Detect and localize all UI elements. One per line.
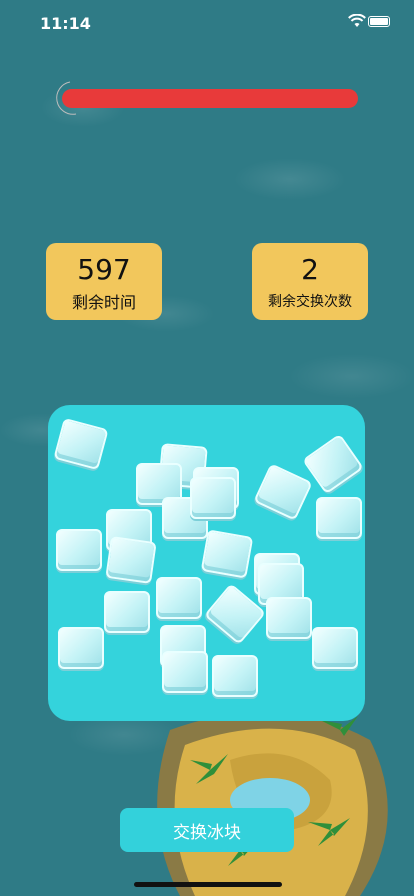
ice-block[interactable]	[253, 463, 313, 521]
swaps-left-value: 2	[301, 253, 319, 286]
time-left-card: 597 剩余时间	[46, 243, 162, 320]
ice-block[interactable]	[200, 529, 254, 579]
ice-block[interactable]	[58, 627, 104, 669]
swaps-left-label: 剩余交换次数	[268, 294, 352, 310]
ice-block[interactable]	[312, 627, 358, 669]
wifi-icon	[348, 14, 366, 27]
ice-block[interactable]	[53, 417, 109, 471]
ice-block[interactable]	[302, 433, 364, 495]
swaps-left-card: 2 剩余交换次数	[252, 243, 368, 320]
status-time: 11:14	[40, 14, 91, 33]
ice-board[interactable]	[48, 405, 365, 721]
island-decoration	[157, 712, 388, 896]
ice-block[interactable]	[212, 655, 258, 697]
time-left-value: 597	[77, 253, 131, 286]
ice-block[interactable]	[56, 529, 102, 571]
ice-block[interactable]	[162, 651, 208, 693]
moon-icon	[56, 81, 77, 115]
status-bar: 11:14	[0, 0, 414, 44]
ice-block[interactable]	[316, 497, 362, 539]
ice-block[interactable]	[190, 477, 236, 519]
ice-block[interactable]	[104, 591, 150, 633]
time-left-label: 剩余时间	[71, 293, 136, 312]
ice-block[interactable]	[105, 536, 157, 584]
ice-block[interactable]	[266, 597, 312, 639]
timer-bar	[62, 89, 358, 108]
home-indicator	[134, 882, 282, 887]
battery-icon	[368, 16, 390, 27]
ice-block[interactable]	[156, 577, 202, 619]
swap-ice-button[interactable]: 交换冰块	[120, 808, 294, 852]
